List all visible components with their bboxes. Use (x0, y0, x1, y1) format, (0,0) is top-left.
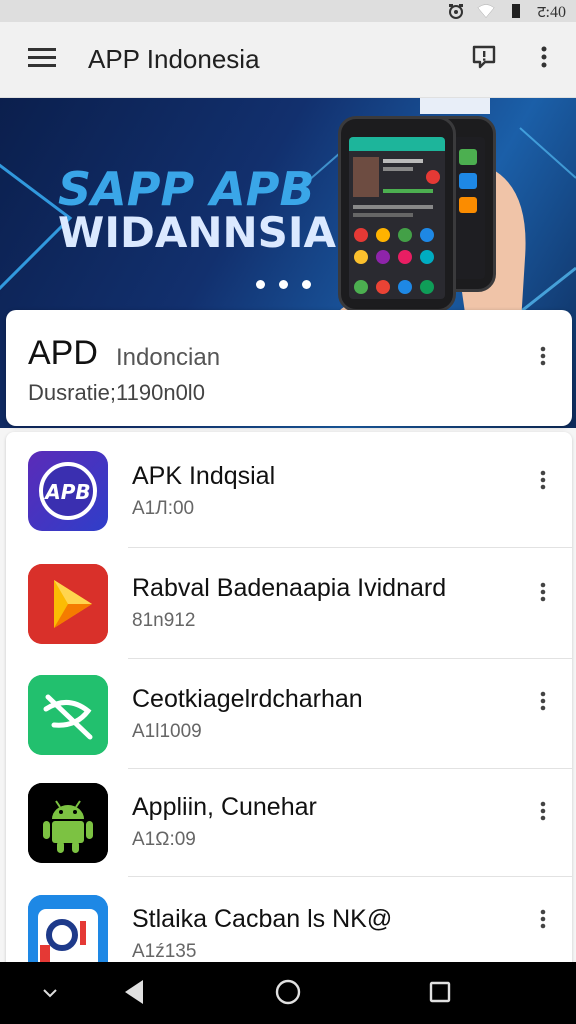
play-triangle-icon (28, 564, 108, 644)
menu-icon (28, 47, 56, 72)
more-options-button[interactable] (522, 38, 566, 82)
app-bar: APP Indonesia (0, 22, 576, 98)
app-version: 81n912 (132, 610, 196, 631)
featured-app-name: APD (28, 334, 98, 372)
list-item[interactable]: Rabval Badenaapia Ividnard 81n912 (6, 548, 572, 658)
carousel-dot[interactable] (302, 280, 311, 289)
app-name: Stlaika Cacban ls NK@ (132, 905, 393, 933)
more-vert-icon (540, 582, 546, 607)
back-icon (123, 979, 145, 1010)
app-name: APK Indqsial (132, 462, 276, 490)
phone-illustration-front (338, 116, 456, 312)
home-icon (275, 979, 301, 1010)
list-item[interactable]: Ceotkiagelrdcharhan A1l1009 (6, 659, 572, 769)
carousel-dot[interactable] (279, 280, 288, 289)
app-version: A1Ω:09 (132, 829, 196, 850)
featured-more-button[interactable] (528, 338, 558, 378)
camera-app-icon (28, 895, 108, 972)
android-icon (28, 783, 108, 863)
alarm-icon (447, 3, 465, 19)
wifi-icon (477, 3, 495, 19)
menu-button[interactable] (20, 38, 64, 82)
app-list: APB APK Indqsial A1Л:00 Rabval Badenaapi… (6, 432, 572, 972)
crossed-tool-icon (28, 675, 108, 755)
app-more-button[interactable] (528, 574, 558, 614)
app-name: Rabval Badenaapia Ividnard (132, 574, 447, 602)
list-item[interactable]: Stlaika Cacban ls NK@ A1ź135 (6, 877, 572, 972)
app-more-button[interactable] (528, 683, 558, 723)
home-button[interactable] (268, 974, 308, 1014)
app-more-button[interactable] (528, 462, 558, 502)
status-bar: ट:40 (0, 0, 576, 22)
feedback-button[interactable] (462, 38, 506, 82)
chevron-down-icon (42, 985, 58, 1003)
app-title: APP Indonesia (88, 44, 260, 74)
more-vert-icon (540, 346, 546, 371)
app-version: A1l1009 (132, 721, 202, 742)
list-item[interactable]: APB APK Indqsial A1Л:00 (6, 432, 572, 542)
banner-subheadline: WIDANNSIA (58, 208, 337, 257)
more-vert-icon (540, 801, 546, 826)
featured-app-subtitle: Indoncian (116, 344, 221, 371)
more-vert-icon (540, 691, 546, 716)
system-nav-bar (0, 962, 576, 1024)
app-more-button[interactable] (528, 901, 558, 941)
more-vert-icon (540, 470, 546, 495)
list-item[interactable]: Appliin, Cunehar A1Ω:09 (6, 769, 572, 879)
featured-app-card[interactable]: APD Indoncian Dusratie;1190n0l0 (6, 310, 572, 426)
recents-icon (429, 981, 451, 1008)
app-name: Ceotkiagelrdcharhan (132, 685, 363, 713)
feedback-icon (471, 44, 497, 75)
app-version: A1ź135 (132, 941, 197, 962)
app-more-button[interactable] (528, 793, 558, 833)
more-vert-icon (540, 909, 546, 934)
apk-badge-icon: APB (28, 451, 108, 531)
app-version: A1Л:00 (132, 498, 195, 519)
back-button[interactable] (114, 974, 154, 1014)
battery-icon (507, 3, 525, 19)
recents-button[interactable] (420, 974, 460, 1014)
screen: ट:40 APP Indonesia SAPP APB WIDANNSIA AP… (0, 0, 576, 1024)
status-time: ट:40 (537, 4, 566, 21)
more-vert-icon (541, 46, 547, 73)
svg-text:APB: APB (43, 480, 90, 504)
featured-app-meta: Dusratie;1190n0l0 (28, 380, 205, 405)
carousel-dot[interactable] (256, 280, 265, 289)
carousel-indicator[interactable] (256, 280, 311, 289)
keyboard-hide-button[interactable] (30, 974, 70, 1014)
app-name: Appliin, Cunehar (132, 793, 317, 821)
